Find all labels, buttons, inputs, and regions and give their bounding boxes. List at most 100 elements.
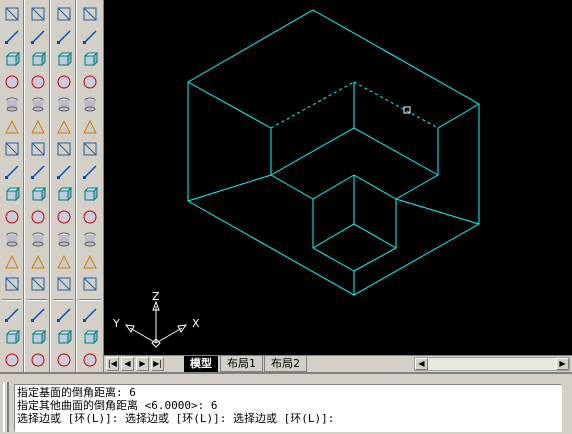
prev-tab-button[interactable]: ◀: [121, 357, 134, 371]
setup-profile-icon[interactable]: [29, 328, 47, 346]
extrude-icon[interactable]: [29, 163, 47, 181]
autocad-window: Z X Y |◀ ◀ ▶ ▶| 模型 布局1 布局2 ◀ ▶ 指定基面的倒角距离…: [0, 0, 572, 434]
sphere-shade-icon[interactable]: [81, 5, 99, 23]
line-icon[interactable]: [3, 5, 21, 23]
polygon-icon[interactable]: [3, 95, 21, 113]
toolbar-separator: [2, 298, 21, 301]
scroll-left-arrow[interactable]: ◀: [415, 358, 428, 370]
edge: [395, 174, 439, 200]
edge: [312, 174, 355, 200]
hidden-edge: [270, 81, 355, 129]
cylinder-shade-icon[interactable]: [81, 28, 99, 46]
command-history[interactable]: 指定基面的倒角距离: 6 指定其他曲面的倒角距离 <6.0000>: 6 选择边…: [14, 384, 562, 432]
tabulated-surface-icon[interactable]: [81, 253, 99, 271]
command-line: 选择边或 [环(L)]: 选择边或 [环(L)]: 选择边或 [环(L)]:: [17, 412, 335, 425]
spline-icon[interactable]: [3, 185, 21, 203]
dome-icon[interactable]: [81, 118, 99, 136]
cone-shade-icon[interactable]: [81, 50, 99, 68]
hatch-icon[interactable]: [3, 306, 21, 324]
arc-icon[interactable]: [3, 140, 21, 158]
ruled-surface-icon[interactable]: [81, 275, 99, 293]
setup-view-icon[interactable]: [29, 306, 47, 324]
last-tab-button[interactable]: ▶|: [151, 357, 164, 371]
edge-icon[interactable]: [81, 185, 99, 203]
mesh-icon[interactable]: [81, 140, 99, 158]
circle-icon[interactable]: [3, 163, 21, 181]
edge: [353, 247, 397, 272]
revolve-icon[interactable]: [29, 185, 47, 203]
toolbar-separator: [27, 298, 47, 301]
rectangle-icon[interactable]: [3, 118, 21, 136]
move-faces-icon[interactable]: [55, 95, 73, 113]
ucs-y-label: Y: [112, 317, 120, 330]
3d-face-icon[interactable]: [81, 163, 99, 181]
make-block-icon[interactable]: [3, 253, 21, 271]
check-icon[interactable]: [55, 351, 73, 369]
layout-tab-bar: |◀ ◀ ▶ ▶| 模型 布局1 布局2 ◀ ▶: [104, 355, 572, 372]
box-mesh-icon[interactable]: [29, 351, 47, 369]
ucs-z-label: Z: [152, 290, 160, 303]
tab-model[interactable]: 模型: [184, 356, 218, 372]
polyline-icon[interactable]: [3, 73, 21, 91]
color-faces-icon[interactable]: [55, 230, 73, 248]
setup-drawing-icon[interactable]: [29, 275, 47, 293]
ucs-x-label: X: [192, 317, 200, 330]
imprint-icon[interactable]: [55, 253, 73, 271]
next-tab-button[interactable]: ▶: [136, 357, 149, 371]
extrude-faces-icon[interactable]: [55, 73, 73, 91]
clean-icon[interactable]: [55, 275, 73, 293]
construction-line-icon[interactable]: [3, 50, 21, 68]
torus-icon[interactable]: [29, 118, 47, 136]
dish-icon[interactable]: [81, 95, 99, 113]
material-icon[interactable]: [81, 351, 99, 369]
outer-cube-outline: [187, 9, 480, 296]
model-drawing: Z X Y: [112, 9, 480, 348]
region-icon[interactable]: [3, 328, 21, 346]
copy-faces-icon[interactable]: [55, 208, 73, 226]
subtract-icon[interactable]: [55, 28, 73, 46]
edge: [270, 174, 314, 200]
horizontal-scrollbar[interactable]: ◀ ▶: [414, 357, 570, 371]
ellipse-icon[interactable]: [3, 208, 21, 226]
cone-icon[interactable]: [29, 50, 47, 68]
table-icon[interactable]: [3, 351, 21, 369]
separate-icon[interactable]: [55, 306, 73, 324]
interfere-icon[interactable]: [29, 253, 47, 271]
torus-shade-icon[interactable]: [81, 73, 99, 91]
edge: [437, 103, 480, 129]
toolbar-separator: [79, 298, 101, 301]
cylinder-icon[interactable]: [29, 95, 47, 113]
first-tab-button[interactable]: |◀: [106, 357, 119, 371]
box-icon[interactable]: [29, 5, 47, 23]
tab-layout1[interactable]: 布局1: [220, 356, 263, 372]
command-window-grip[interactable]: [3, 382, 9, 432]
offset-faces-icon[interactable]: [55, 118, 73, 136]
shell-icon[interactable]: [55, 328, 73, 346]
pyramid-icon[interactable]: [29, 140, 47, 158]
wedge-icon[interactable]: [29, 28, 47, 46]
drawing-viewport[interactable]: Z X Y: [104, 0, 572, 355]
edge: [353, 174, 397, 200]
sphere-icon[interactable]: [29, 73, 47, 91]
insert-block-icon[interactable]: [3, 230, 21, 248]
scroll-right-arrow[interactable]: ▶: [556, 358, 569, 370]
3d-mesh-icon[interactable]: [81, 208, 99, 226]
ray-icon[interactable]: [3, 28, 21, 46]
rotate-faces-icon[interactable]: [55, 163, 73, 181]
edge-surface-icon[interactable]: [81, 306, 99, 324]
solids-editing-toolbar: [50, 0, 76, 372]
tab-layout2[interactable]: 布局2: [264, 356, 307, 372]
edge: [395, 198, 480, 225]
taper-faces-icon[interactable]: [55, 185, 73, 203]
delete-faces-icon[interactable]: [55, 140, 73, 158]
union-icon[interactable]: [55, 5, 73, 23]
toolbar-separator: [53, 298, 73, 301]
command-window: 指定基面的倒角距离: 6 指定其他曲面的倒角距离 <6.0000>: 6 选择边…: [0, 372, 572, 434]
section-icon[interactable]: [29, 230, 47, 248]
intersect-icon[interactable]: [55, 50, 73, 68]
slice-icon[interactable]: [29, 208, 47, 226]
revolved-surface-icon[interactable]: [81, 230, 99, 248]
point-icon[interactable]: [3, 275, 21, 293]
edge: [312, 223, 397, 249]
render-icon[interactable]: [81, 328, 99, 346]
